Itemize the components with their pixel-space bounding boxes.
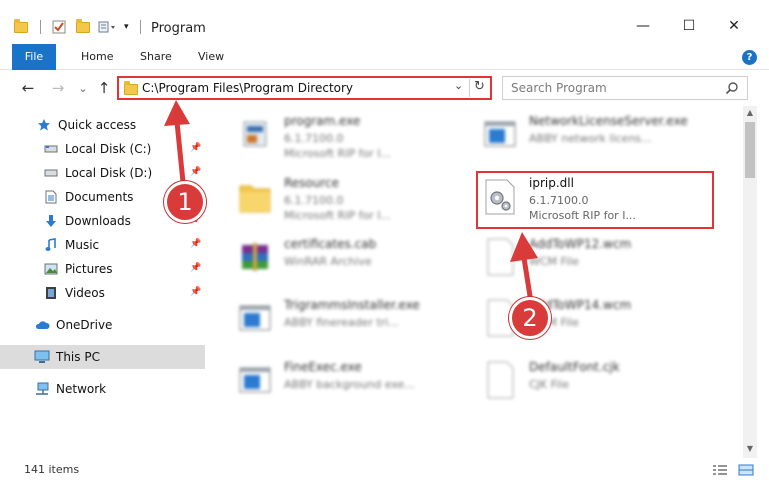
step-badge-1: 1	[164, 181, 206, 223]
annotation-arrows	[164, 100, 538, 299]
step-badge-2: 2	[509, 297, 551, 339]
tiles-view-icon[interactable]	[738, 464, 754, 476]
item-count: 141 items	[24, 463, 80, 476]
status-bar: 141 items	[0, 458, 769, 490]
details-view-icon[interactable]	[712, 464, 728, 476]
